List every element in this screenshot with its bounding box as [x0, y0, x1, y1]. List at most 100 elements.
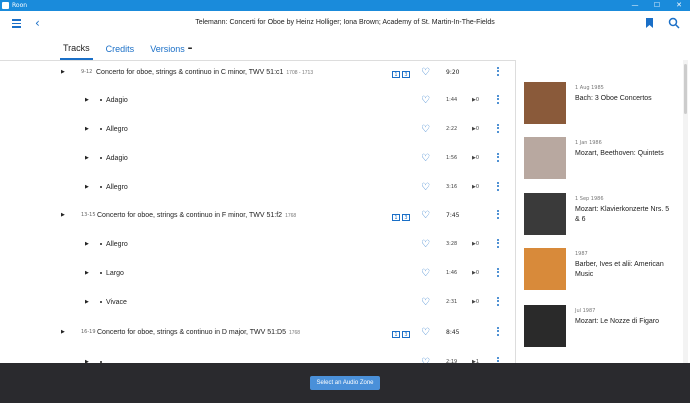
- more-options-icon[interactable]: [497, 296, 500, 308]
- heart-icon[interactable]: ♡: [421, 210, 430, 221]
- album-card[interactable]: 1 Aug 1985 Bach: 3 Oboe Concertos: [524, 82, 674, 132]
- tab-versions[interactable]: Versions ▪▪▪: [147, 40, 194, 60]
- play-icon[interactable]: ▶: [85, 155, 89, 161]
- play-icon[interactable]: ▶: [61, 69, 65, 75]
- duration: 1:56: [446, 155, 458, 161]
- window-titlebar: Roon — ☐ ✕: [0, 0, 690, 11]
- track-row[interactable]: ▶ Allegro ♡ 3:28 ▶0: [0, 230, 515, 258]
- album-title[interactable]: Mozart: Le Nozze di Figaro: [575, 317, 670, 327]
- play-icon[interactable]: ▶: [61, 329, 65, 335]
- track-title[interactable]: Vivace: [106, 299, 127, 306]
- play-count: ▶0: [472, 241, 480, 247]
- album-cover[interactable]: [524, 137, 566, 179]
- album-card[interactable]: Jul 1987 Mozart: Le Nozze di Figaro: [524, 305, 674, 355]
- format-info-icon[interactable]: 13: [392, 65, 411, 79]
- track-row[interactable]: ▶ ♡ 2:19 ▶1: [0, 348, 515, 363]
- heart-icon[interactable]: ♡: [421, 95, 430, 106]
- play-count-value: 0: [475, 241, 480, 247]
- more-options-icon[interactable]: [497, 326, 500, 338]
- album-title[interactable]: Bach: 3 Oboe Concertos: [575, 94, 670, 104]
- search-icon[interactable]: [668, 17, 680, 29]
- heart-icon[interactable]: ♡: [421, 124, 430, 135]
- more-options-icon[interactable]: [497, 123, 500, 135]
- work-row[interactable]: ▶ 13-15 Concerto for oboe, strings & conti…: [0, 201, 515, 229]
- tab-tracks[interactable]: Tracks: [60, 40, 93, 60]
- heart-icon[interactable]: ♡: [421, 182, 430, 193]
- minimize-button[interactable]: —: [624, 0, 646, 11]
- more-options-icon[interactable]: [497, 209, 500, 221]
- track-row[interactable]: ▶ Allegro ♡ 2:22 ▶0: [0, 115, 515, 143]
- play-icon[interactable]: ▶: [85, 126, 89, 132]
- movement-dot: [100, 186, 102, 188]
- track-title[interactable]: Allegro: [106, 184, 128, 191]
- format-info-icon[interactable]: 13: [392, 208, 411, 222]
- track-row[interactable]: ▶ Adagio ♡ 1:56 ▶0: [0, 144, 515, 172]
- album-title[interactable]: Mozart: Klavierkonzerte Nrs. 5 & 6: [575, 205, 670, 225]
- play-icon[interactable]: ▶: [61, 212, 65, 218]
- album-title[interactable]: Mozart, Beethoven: Quintets: [575, 149, 670, 159]
- track-title[interactable]: Adagio: [106, 155, 128, 162]
- track-row[interactable]: ▶ Allegro ♡ 3:16 ▶0: [0, 173, 515, 201]
- album-cover[interactable]: [524, 305, 566, 347]
- duration: 2:22: [446, 126, 458, 132]
- heart-icon[interactable]: ♡: [421, 268, 430, 279]
- play-icon[interactable]: ▶: [85, 270, 89, 276]
- more-options-icon[interactable]: [497, 267, 500, 279]
- maximize-button[interactable]: ☐: [646, 0, 668, 11]
- play-icon[interactable]: ▶: [85, 299, 89, 305]
- heart-icon[interactable]: ♡: [421, 239, 430, 250]
- movement-dot: [100, 301, 102, 303]
- roon-app-icon: [2, 2, 9, 9]
- duration: 7:45: [446, 211, 460, 219]
- movement-dot: [100, 99, 102, 101]
- bookmark-icon[interactable]: [646, 18, 653, 28]
- album-card[interactable]: 1 Sep 1986 Mozart: Klavierkonzerte Nrs. 5…: [524, 193, 674, 243]
- work-row[interactable]: ▶ 16-19 Concerto for oboe, strings & conti…: [0, 318, 515, 346]
- tab-label: Versions: [150, 44, 185, 54]
- track-number: 16-19: [81, 329, 96, 335]
- track-row[interactable]: ▶ Largo ♡ 1:46 ▶0: [0, 259, 515, 287]
- play-count: ▶0: [472, 184, 480, 190]
- work-row[interactable]: ▶ 9-12 Concerto for oboe, strings & contin…: [0, 61, 515, 86]
- close-button[interactable]: ✕: [668, 0, 690, 11]
- more-options-icon[interactable]: [497, 152, 500, 164]
- release-date: 1 Jan 1986: [575, 140, 602, 146]
- scrollbar-thumb[interactable]: [684, 64, 687, 114]
- album-title[interactable]: Barber, Ives et alii: American Music: [575, 260, 670, 280]
- more-options-icon[interactable]: [497, 181, 500, 193]
- play-count-value: 0: [475, 299, 480, 305]
- heart-icon[interactable]: ♡: [421, 67, 430, 78]
- tab-credits[interactable]: Credits: [103, 40, 138, 60]
- album-card[interactable]: 1987 Barber, Ives et alii: American Music: [524, 248, 674, 298]
- format-info-icon[interactable]: 13: [392, 325, 411, 339]
- heart-icon[interactable]: ♡: [421, 327, 430, 338]
- heart-icon[interactable]: ♡: [421, 153, 430, 164]
- track-title[interactable]: Adagio: [106, 97, 128, 104]
- track-row[interactable]: ▶ Vivace ♡ 2:31 ▶0: [0, 288, 515, 316]
- play-icon[interactable]: ▶: [85, 241, 89, 247]
- play-icon[interactable]: ▶: [85, 184, 89, 190]
- more-options-icon[interactable]: [497, 94, 500, 106]
- play-count-value: 0: [475, 184, 480, 190]
- album-cover[interactable]: [524, 82, 566, 124]
- tab-label: Tracks: [63, 43, 90, 53]
- track-row[interactable]: ▶ Adagio ♡ 1:44 ▶0: [0, 86, 515, 114]
- album-cover[interactable]: [524, 248, 566, 290]
- track-title[interactable]: Allegro: [106, 126, 128, 133]
- album-cover[interactable]: [524, 193, 566, 235]
- track-title[interactable]: Allegro: [106, 241, 128, 248]
- work-title[interactable]: Concerto for oboe, strings & continuo in…: [97, 329, 300, 336]
- play-icon[interactable]: ▶: [85, 97, 89, 103]
- heart-icon[interactable]: ♡: [421, 297, 430, 308]
- versions-icon: ▪▪▪: [187, 46, 193, 52]
- movement-dot: [100, 272, 102, 274]
- track-title[interactable]: Largo: [106, 270, 124, 277]
- more-options-icon[interactable]: [497, 238, 500, 250]
- album-card[interactable]: 1 Jan 1986 Mozart, Beethoven: Quintets: [524, 137, 674, 187]
- more-options-icon[interactable]: [497, 66, 500, 78]
- work-title[interactable]: Concerto for oboe, strings & continuo in…: [97, 212, 296, 219]
- play-count-value: 0: [475, 155, 480, 161]
- select-audio-zone-button[interactable]: Select an Audio Zone: [310, 376, 380, 390]
- work-title[interactable]: Concerto for oboe, strings & continuo in…: [96, 69, 313, 76]
- sidebar-scrollbar[interactable]: [683, 60, 688, 363]
